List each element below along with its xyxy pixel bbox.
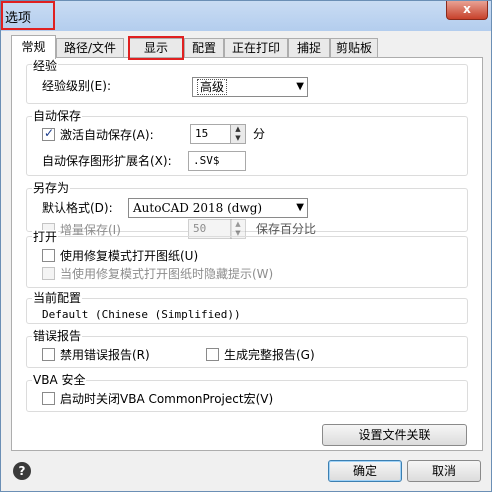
autosave-group-label: 自动保存 <box>32 109 83 123</box>
tab-display[interactable]: 显示 <box>128 38 184 58</box>
saveas-format-select[interactable]: AutoCAD 2018 (dwg) ▼ <box>128 198 308 218</box>
autosave-checkbox[interactable] <box>42 126 55 141</box>
profile-value: Default (Chinese (Simplified)) <box>42 308 241 321</box>
ok-button[interactable]: 确定 <box>328 460 402 482</box>
disable-error-report-checkbox[interactable] <box>42 348 55 361</box>
options-dialog: 选项 x 常规 路径/文件 显示 配置 正在打印 捕捉 剪贴板 经验 经验级别(… <box>0 0 492 492</box>
close-button[interactable]: x <box>446 1 488 20</box>
chevron-down-icon: ▼ <box>296 81 304 92</box>
autosave-ext-label: 自动保存图形扩展名(X): <box>42 154 172 168</box>
full-report-label: 生成完整报告(G) <box>224 348 315 362</box>
incremental-percent-label: 保存百分比 <box>256 222 317 236</box>
repair-mode-label: 使用修复模式打开图纸(U) <box>60 249 199 263</box>
disable-error-report-label: 禁用错误报告(R) <box>60 348 150 362</box>
autosave-minutes-input[interactable]: 15 <box>190 124 232 144</box>
tab-snap[interactable]: 捕捉 <box>288 38 330 58</box>
experience-group-label: 经验 <box>32 59 59 73</box>
tab-general[interactable]: 常规 <box>11 35 56 59</box>
chevron-down-icon: ▼ <box>296 202 304 213</box>
tab-printing[interactable]: 正在打印 <box>224 38 288 58</box>
autosave-minutes-unit: 分 <box>253 127 266 141</box>
autosave-ext-input[interactable]: .SV$ <box>188 151 246 171</box>
tab-clipboard[interactable]: 剪贴板 <box>330 38 378 58</box>
profile-group-label: 当前配置 <box>32 291 83 305</box>
experience-level-select[interactable]: 高级 ▼ <box>192 77 308 97</box>
error-report-group-label: 错误报告 <box>32 329 83 343</box>
incremental-save-label: 增量保存(I) <box>60 223 121 237</box>
tab-panel-general: 经验 经验级别(E): 高级 ▼ 自动保存 激活自动保存(A): 15 ▲▼ 分… <box>11 57 483 451</box>
vba-group-label: VBA 安全 <box>32 373 87 387</box>
tab-paths-files[interactable]: 路径/文件 <box>56 38 124 58</box>
vba-close-label: 启动时关闭VBA CommonProject宏(V) <box>60 392 274 406</box>
full-report-checkbox[interactable] <box>206 348 219 361</box>
saveas-group-label: 另存为 <box>32 181 71 195</box>
vba-close-checkbox[interactable] <box>42 392 55 405</box>
title-highlight-box <box>1 1 55 30</box>
hide-prompt-label: 当使用修复模式打开图纸时隐藏提示(W) <box>60 267 274 281</box>
repair-mode-checkbox[interactable] <box>42 249 55 262</box>
cancel-button[interactable]: 取消 <box>407 460 481 482</box>
experience-level-value: 高级 <box>197 79 228 95</box>
autosave-minutes-spinner[interactable]: ▲ ▼ <box>230 124 246 144</box>
autosave-activate-label: 激活自动保存(A): <box>60 128 154 142</box>
saveas-format-value: AutoCAD 2018 (dwg) <box>133 201 263 215</box>
open-group-label: 打开 <box>32 230 59 244</box>
experience-level-label: 经验级别(E): <box>42 79 111 93</box>
saveas-format-label: 默认格式(D): <box>42 201 113 215</box>
tab-profile[interactable]: 配置 <box>184 38 224 58</box>
help-icon[interactable]: ? <box>13 462 31 480</box>
title-bar: 选项 x <box>1 1 491 31</box>
file-association-button[interactable]: 设置文件关联 <box>322 424 467 446</box>
hide-prompt-checkbox[interactable] <box>42 267 55 280</box>
